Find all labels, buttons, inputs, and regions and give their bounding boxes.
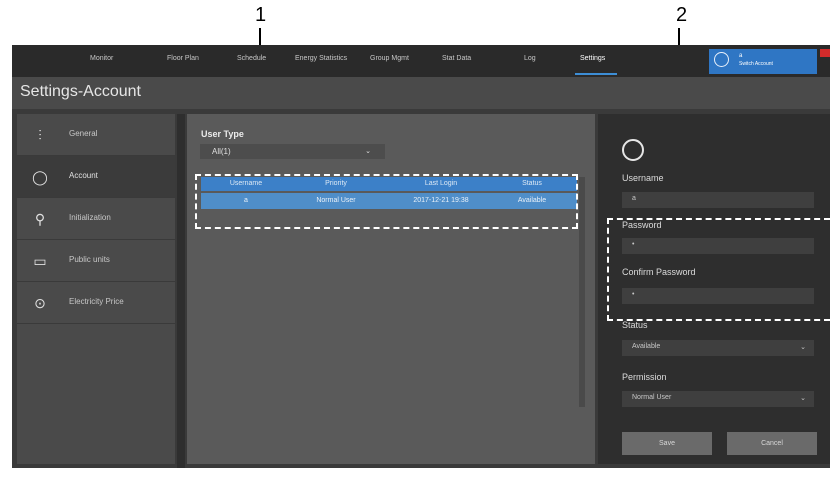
- chevron-down-icon: ⌄: [800, 344, 806, 351]
- user-circle-icon: ◯: [32, 169, 48, 185]
- save-button[interactable]: Save: [622, 432, 712, 455]
- user-icon: [714, 52, 729, 67]
- table-scrollbar[interactable]: [579, 177, 585, 407]
- cancel-button[interactable]: Cancel: [727, 432, 817, 455]
- nav-log[interactable]: Log: [524, 55, 536, 62]
- account-switch-button[interactable]: a Switch Account: [709, 49, 817, 74]
- user-type-dropdown[interactable]: All(1) ⌄: [200, 144, 385, 159]
- username-field[interactable]: a: [622, 192, 814, 208]
- units-icon: ▭: [33, 253, 47, 269]
- status-value: Available: [632, 343, 661, 350]
- sidebar-item-label: General: [69, 129, 98, 138]
- callout-1: 1: [255, 4, 267, 26]
- panel-separator: [177, 114, 185, 468]
- title-bar: Settings-Account: [12, 77, 830, 109]
- permission-value: Normal User: [632, 394, 672, 401]
- sidebar-item-label: Public units: [69, 255, 110, 264]
- chevron-down-icon: ⌄: [800, 395, 806, 402]
- username-label: Username: [622, 173, 664, 183]
- nav-stat-data[interactable]: Stat Data: [442, 55, 471, 62]
- status-label: Status: [622, 320, 648, 330]
- search-user-icon: ⚲: [34, 211, 46, 227]
- callout-1-highlight: [195, 174, 578, 229]
- sidebar-item-public-units[interactable]: ▭ Public units: [17, 240, 175, 282]
- username-value: a: [632, 195, 636, 202]
- avatar: [622, 139, 644, 161]
- page-title: Settings-Account: [20, 83, 141, 100]
- permission-label: Permission: [622, 372, 667, 382]
- sidebar-item-label: Electricity Price: [69, 297, 124, 306]
- user-type-value: All(1): [212, 147, 231, 156]
- callout-2-highlight: [607, 218, 830, 321]
- user-list-panel: User Type All(1) ⌄ Username Priority Las…: [187, 114, 595, 464]
- nav-monitor[interactable]: Monitor: [90, 55, 113, 62]
- settings-sidebar: ⫶ General ◯ Account ⚲ Initialization ▭ P…: [17, 114, 175, 464]
- sliders-icon: ⫶: [38, 127, 42, 143]
- sidebar-item-general[interactable]: ⫶ General: [17, 114, 175, 156]
- nav-settings[interactable]: Settings: [580, 55, 605, 62]
- sidebar-item-account[interactable]: ◯ Account: [17, 156, 175, 198]
- sidebar-item-initialization[interactable]: ⚲ Initialization: [17, 198, 175, 240]
- nav-floor-plan[interactable]: Floor Plan: [167, 55, 199, 62]
- account-name: a: [739, 53, 743, 59]
- close-icon[interactable]: [820, 49, 830, 57]
- sidebar-item-electricity-price[interactable]: ⊙ Electricity Price: [17, 282, 175, 324]
- nav-energy-statistics[interactable]: Energy Statistics: [295, 55, 347, 62]
- switch-account-label: Switch Account: [739, 61, 773, 67]
- user-type-label: User Type: [201, 129, 244, 139]
- nav-schedule[interactable]: Schedule: [237, 55, 266, 62]
- price-icon: ⊙: [34, 295, 46, 311]
- chevron-down-icon: ⌄: [365, 148, 371, 155]
- callout-2: 2: [676, 4, 688, 26]
- active-tab-indicator: [575, 73, 617, 75]
- sidebar-item-label: Account: [69, 171, 98, 180]
- top-nav-bar: Monitor Floor Plan Schedule Energy Stati…: [12, 45, 830, 77]
- status-dropdown[interactable]: Available ⌄: [622, 340, 814, 356]
- sidebar-item-label: Initialization: [69, 213, 111, 222]
- permission-dropdown[interactable]: Normal User ⌄: [622, 391, 814, 407]
- nav-group-mgmt[interactable]: Group Mgmt: [370, 55, 409, 62]
